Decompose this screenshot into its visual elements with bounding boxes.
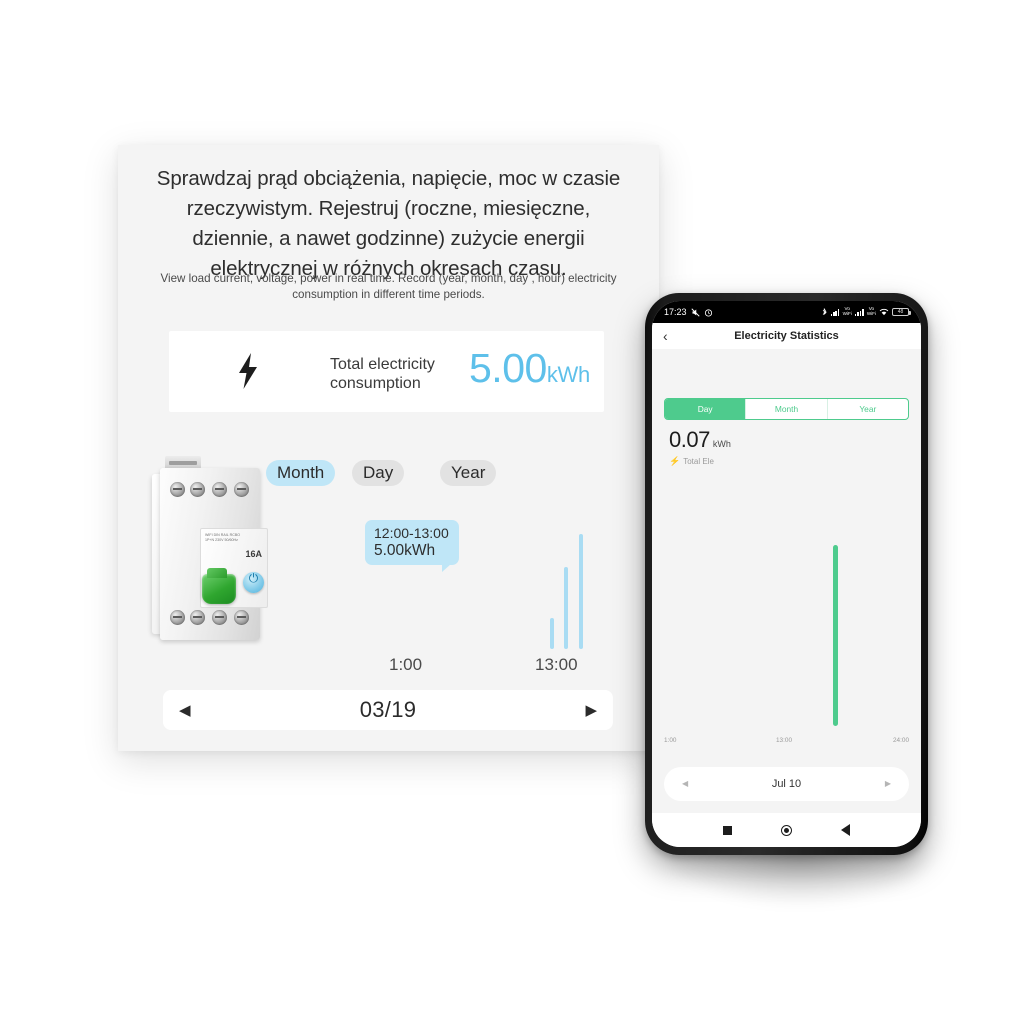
date-navigator[interactable]: ◀ 03/19 ▶	[163, 690, 613, 730]
period-pill-day[interactable]: Day	[352, 460, 405, 486]
phone-axis-tick: 24:00	[893, 737, 909, 744]
recents-square-icon[interactable]	[722, 825, 732, 835]
phone-date-navigator[interactable]: ◀ Jul 10 ▶	[664, 767, 909, 801]
phone-date-next-button[interactable]: ▶	[885, 780, 891, 788]
volte-icon: Vo WiFi	[842, 306, 852, 316]
segment-month[interactable]: Month	[745, 399, 826, 419]
back-triangle-icon[interactable]	[841, 824, 851, 836]
promo-card: Sprawdzaj prąd obciążenia, napięcie, moc…	[118, 145, 751, 751]
phone-reading: 0.07 kWh	[669, 427, 731, 453]
promo-subline: View load current, voltage, power in rea…	[160, 272, 617, 301]
status-bar: 17:23 Vo WiFi Vo WiFi 48	[652, 301, 921, 323]
chart-bar[interactable]	[579, 534, 583, 649]
total-consumption-panel: Total electricity consumption 5.00kWh	[169, 331, 604, 412]
terminal-screw	[234, 482, 249, 497]
terminal-screw	[212, 482, 227, 497]
phone-date-prev-button[interactable]: ◀	[682, 780, 688, 788]
phone-reading-caption-text: Total Ele	[683, 457, 714, 466]
bluetooth-icon	[822, 307, 827, 315]
page-title: Electricity Statistics	[734, 330, 839, 342]
chart-tooltip: 12:00-13:00 5.00kWh	[365, 520, 459, 572]
promo-bar-chart: 12:00-13:00 5.00kWh 1:00 13:00 24:00	[168, 515, 751, 675]
phone-device: 17:23 Vo WiFi Vo WiFi 48 ‹ Electricity S…	[645, 293, 928, 855]
date-next-button[interactable]: ▶	[585, 703, 597, 718]
battery-icon: 48	[892, 307, 911, 317]
chart-axis-tick: 13:00	[535, 655, 578, 674]
total-consumption-number: 5.00	[469, 345, 547, 391]
mute-icon	[690, 307, 700, 317]
tooltip-value: 5.00kWh	[374, 542, 436, 559]
android-nav-bar	[652, 813, 921, 847]
chart-bar[interactable]	[550, 618, 554, 649]
status-bar-right: Vo WiFi Vo WiFi 48	[821, 306, 911, 317]
segment-day[interactable]: Day	[665, 399, 746, 419]
phone-reading-unit: kWh	[712, 439, 731, 449]
period-pill-year[interactable]: Year	[440, 460, 497, 486]
phone-axis-tick: 1:00	[664, 737, 677, 744]
bolt-icon: ⚡	[669, 456, 681, 466]
terminal-screw	[190, 482, 205, 497]
promo-headline: Sprawdzaj prąd obciążenia, napięcie, moc…	[156, 167, 621, 280]
phone-reading-value: 0.07	[669, 427, 710, 452]
alarm-icon	[704, 308, 712, 317]
chart-bar[interactable]	[564, 567, 568, 649]
screenshot-root: Sprawdzaj prąd obciążenia, napięcie, moc…	[0, 0, 1024, 1024]
period-segmented-control[interactable]: Day Month Year	[664, 398, 909, 420]
phone-axis-tick: 13:00	[776, 737, 792, 744]
tooltip-time-range: 12:00-13:00	[374, 525, 449, 541]
app-bar: ‹ Electricity Statistics	[652, 323, 921, 349]
date-value: 03/19	[359, 697, 417, 722]
total-consumption-label: Total electricity consumption	[330, 356, 435, 392]
signal-icon	[854, 308, 864, 316]
phone-bar-chart: 1:00 13:00 24:00	[664, 486, 909, 753]
segment-year[interactable]: Year	[826, 399, 908, 419]
battery-level: 48	[897, 309, 904, 315]
period-pill-month[interactable]: Month	[266, 460, 336, 486]
status-bar-time: 17:23	[664, 307, 687, 317]
lightning-bolt-icon	[239, 353, 257, 389]
terminal-screw	[170, 482, 185, 497]
total-consumption-unit: kWh	[546, 362, 590, 387]
back-chevron-icon[interactable]: ‹	[663, 329, 668, 343]
status-bar-left: 17:23	[664, 307, 713, 317]
phone-chart-bar[interactable]	[833, 545, 838, 726]
chart-axis-tick: 1:00	[389, 655, 423, 674]
home-circle-icon[interactable]	[780, 824, 792, 836]
phone-screen: 17:23 Vo WiFi Vo WiFi 48 ‹ Electricity S…	[652, 301, 921, 847]
total-consumption-value: 5.00kWh	[469, 345, 590, 392]
phone-reading-caption: ⚡ Total Ele	[669, 456, 714, 467]
wifi-icon	[879, 308, 889, 316]
signal-icon	[830, 308, 840, 316]
phone-date-value: Jul 10	[771, 778, 802, 790]
volte-icon: Vo WiFi	[866, 306, 876, 316]
date-prev-button[interactable]: ◀	[179, 703, 191, 718]
